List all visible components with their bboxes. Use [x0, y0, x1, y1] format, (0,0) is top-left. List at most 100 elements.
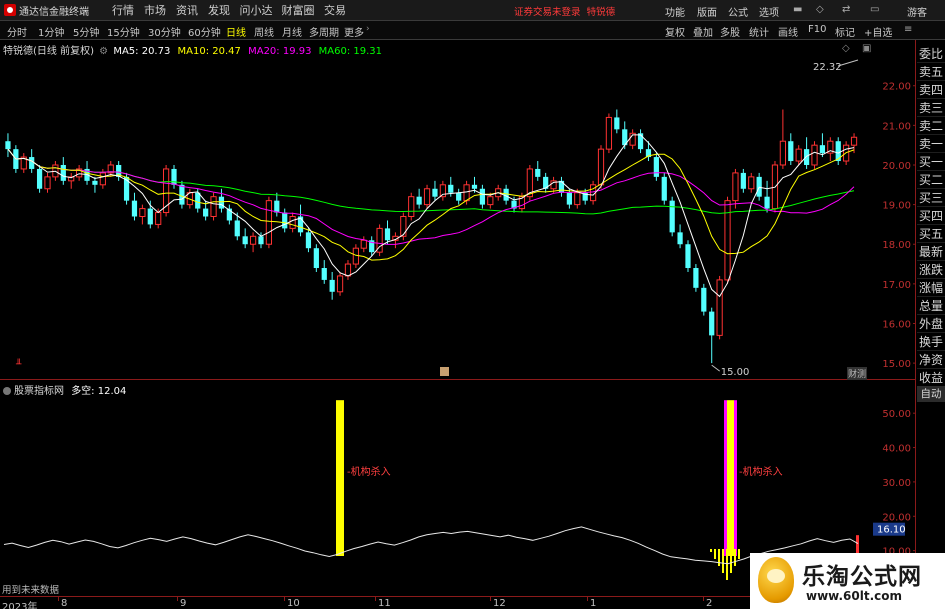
statistics-button[interactable]: 统计 — [749, 24, 769, 39]
menu-quotes[interactable]: 行情 — [107, 2, 139, 18]
kline-chart-panel[interactable]: 22.00 21.00 20.00 19.00 18.00 17.00 16.00 15.00… — [0, 40, 916, 380]
window-menu-icon[interactable]: ▬ — [793, 4, 802, 15]
period-more[interactable]: 更多 — [344, 24, 364, 39]
collapse-icon[interactable]: ▭ — [870, 4, 879, 15]
candle-body — [811, 144, 818, 166]
ma10-legend: MA10: 20.47 — [177, 46, 241, 57]
auto-button[interactable]: 自动 — [917, 386, 945, 402]
indicator-toggle-icon[interactable] — [3, 387, 11, 395]
low-marker-line — [711, 364, 721, 372]
menu-options[interactable]: 选项 — [759, 4, 779, 19]
menu-formula[interactable]: 公式 — [728, 4, 748, 19]
period-60min[interactable]: 60分钟 — [188, 24, 221, 39]
settings-icon[interactable]: ⚙ — [99, 46, 108, 57]
more-arrow-icon[interactable]: › — [366, 24, 370, 34]
xaxis-label-sep: 9 — [180, 598, 187, 609]
period-1min[interactable]: 1分钟 — [38, 24, 64, 39]
period-multi[interactable]: 多周期 — [309, 24, 339, 39]
menu-market[interactable]: 市场 — [139, 2, 171, 18]
xaxis-label-feb: 2 — [706, 598, 713, 609]
menu-functions[interactable]: 功能 — [665, 4, 685, 19]
switch-icon[interactable]: ⇄ — [842, 4, 850, 15]
side-ask2[interactable]: 卖二 — [917, 117, 945, 135]
side-latest[interactable]: 最新 — [917, 243, 945, 261]
candle-body — [179, 184, 185, 205]
period-daily[interactable]: 日线 — [226, 24, 246, 39]
period-weekly[interactable]: 周线 — [254, 24, 274, 39]
candle-body — [764, 196, 770, 209]
ma20-legend: MA20: 19.93 — [248, 46, 312, 57]
period-5min[interactable]: 5分钟 — [73, 24, 99, 39]
trade-login-status[interactable]: 证券交易未登录 特锐德 — [514, 4, 615, 18]
candle-body — [463, 184, 470, 202]
side-ask5[interactable]: 卖五 — [917, 63, 945, 81]
candle-body — [693, 268, 699, 288]
chart-option-icon[interactable]: ◇ — [842, 43, 850, 54]
side-bid5[interactable]: 买五 — [917, 225, 945, 243]
add-watchlist-button[interactable]: +自选 — [864, 24, 892, 39]
side-ask4[interactable]: 卖四 — [917, 81, 945, 99]
xaxis-tick — [58, 597, 59, 601]
watermark-title: 乐淘公式网 — [802, 563, 922, 590]
candle-body — [242, 236, 248, 245]
menu-trade[interactable]: 交易 — [319, 2, 351, 18]
candle-body — [329, 279, 335, 292]
side-bid2[interactable]: 买二 — [917, 171, 945, 189]
price-axis-label: 15.00 — [882, 359, 911, 370]
side-ask1[interactable]: 卖一 — [917, 135, 945, 153]
indicator-legend: 股票指标网 多空: 12.04 — [3, 382, 126, 397]
candle-body — [234, 220, 240, 237]
side-net-assets[interactable]: 净资 — [917, 351, 945, 369]
xaxis-tick — [490, 597, 491, 601]
side-volume[interactable]: 总量 — [917, 297, 945, 315]
period-30min[interactable]: 30分钟 — [148, 24, 181, 39]
multi-stock-button[interactable]: 多股 — [720, 24, 740, 39]
candle-body — [289, 216, 296, 229]
xaxis-label-year: 2023年 — [2, 602, 38, 609]
candle-body — [732, 172, 739, 202]
period-monthly[interactable]: 月线 — [282, 24, 302, 39]
side-ask3[interactable]: 卖三 — [917, 99, 945, 117]
candle-body — [29, 157, 35, 169]
event-marker-icon[interactable] — [440, 367, 449, 376]
mark-button[interactable]: 标记 — [835, 24, 855, 39]
side-turnover[interactable]: 换手 — [917, 333, 945, 351]
side-outer-volume[interactable]: 外盘 — [917, 315, 945, 333]
overlay-button[interactable]: 叠加 — [693, 24, 713, 39]
guest-user[interactable]: 游客 — [907, 4, 927, 19]
side-change[interactable]: 涨跌 — [917, 261, 945, 279]
expand-icon[interactable]: ◇ — [816, 4, 824, 15]
watermark-logo-icon — [758, 557, 794, 603]
f10-button[interactable]: F10 — [808, 24, 826, 35]
xaxis-label-jan: 1 — [590, 598, 597, 609]
candle-body — [265, 200, 273, 245]
menu-layout[interactable]: 版面 — [697, 4, 717, 19]
menu-assistant[interactable]: 问小达 — [235, 2, 277, 18]
side-bid1[interactable]: 买一 — [917, 153, 945, 171]
chart-close-icon[interactable]: ▣ — [862, 43, 871, 54]
side-bid-ratio[interactable]: 委比 — [917, 45, 945, 63]
toolbar-menu-icon[interactable]: ≡ — [904, 24, 912, 35]
candle-body — [479, 188, 486, 205]
side-change-pct[interactable]: 涨幅 — [917, 279, 945, 297]
menu-news[interactable]: 资讯 — [171, 2, 203, 18]
period-15min[interactable]: 15分钟 — [107, 24, 140, 39]
candle-body — [487, 196, 494, 206]
menu-wealth-circle[interactable]: 财富圈 — [277, 2, 319, 18]
low-price-label: 15.00 — [721, 367, 750, 378]
side-bid4[interactable]: 买四 — [917, 207, 945, 225]
candle-body — [709, 311, 715, 336]
menu-bar: 通达信金融终端 行情 市场 资讯 发现 问小达 财富圈 交易 证券交易未登录 特… — [0, 0, 945, 21]
price-axis-label: 18.00 — [882, 240, 911, 251]
side-earnings[interactable]: 收益 — [917, 369, 945, 387]
side-bid3[interactable]: 买三 — [917, 189, 945, 207]
xaxis-label-dec: 12 — [493, 598, 506, 609]
adjust-button[interactable]: 复权 — [665, 24, 685, 39]
period-timeshare[interactable]: 分时 — [7, 24, 27, 39]
watermark: 乐淘公式网 www.60lt.com — [750, 553, 945, 609]
kline-chart[interactable]: 22.00 21.00 20.00 19.00 18.00 17.00 16.00 15.00… — [0, 40, 945, 380]
drawing-button[interactable]: 画线 — [778, 24, 798, 39]
menu-discover[interactable]: 发现 — [203, 2, 235, 18]
candle-body — [803, 149, 810, 165]
financial-tag[interactable]: 财测 — [847, 367, 868, 380]
